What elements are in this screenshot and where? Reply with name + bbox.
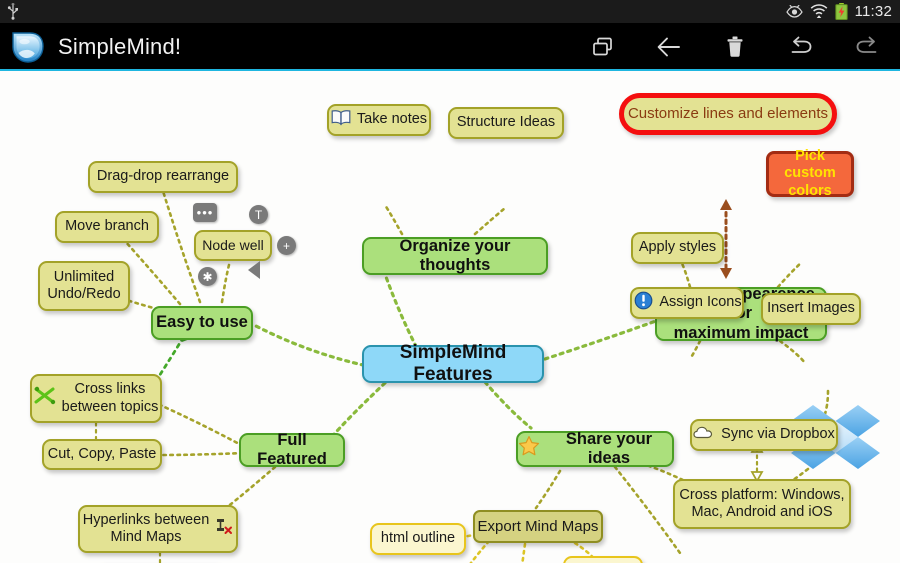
app-title: SimpleMind! [58, 33, 182, 59]
mindmap-canvas[interactable]: SimpleMind Features Organize your though… [0, 71, 900, 563]
duplicate-button[interactable] [588, 32, 618, 62]
node-hyperlinks-between-mind-maps[interactable]: Hyperlinks between Mind Maps [78, 505, 238, 553]
node-label: Easy to use [156, 313, 248, 332]
node-full-featured[interactable]: Full Featured [239, 430, 345, 468]
node-sync-via-dropbox[interactable]: Sync via Dropbox [690, 419, 838, 451]
toolbar [588, 32, 882, 62]
redo-button[interactable] [852, 32, 882, 62]
hyperlink-broken-icon [215, 517, 233, 540]
node-label: Full Featured [257, 430, 327, 468]
node-apply-styles[interactable]: Apply styles [631, 232, 724, 264]
battery-charging-icon [834, 3, 848, 20]
undo-button[interactable] [786, 32, 816, 62]
node-well-style-label: ✱ [202, 269, 213, 284]
node-label: Customize lines and elements [627, 105, 829, 123]
node-well-add-label: + [282, 238, 290, 253]
node-well-style-button[interactable]: ✱ [198, 267, 217, 286]
node-well-collapse-button[interactable] [248, 261, 260, 279]
node-well-menu-label: ••• [196, 205, 214, 220]
node-label: Drag-drop rearrange [96, 168, 230, 185]
book-icon [331, 109, 351, 131]
back-button[interactable] [654, 32, 684, 62]
info-exclamation-icon [634, 291, 653, 315]
node-label: html outline [380, 530, 456, 547]
node-label: Cross platform: Windows, Mac, Android an… [679, 486, 845, 520]
node-simplemind-features[interactable]: SimpleMind Features [362, 342, 544, 385]
node-well-text-label: T [254, 207, 263, 222]
node-cross-platform[interactable]: Cross platform: Windows, Mac, Android an… [673, 479, 851, 529]
node-customize-lines-and-elements[interactable]: Customize lines and elements [619, 93, 837, 135]
node-easy-to-use[interactable]: Easy to use [151, 306, 253, 340]
node-label: Assign Icons [659, 294, 742, 311]
node-well-menu-button[interactable]: ••• [193, 203, 217, 222]
node-label: SimpleMind Features [399, 341, 507, 385]
node-label: Hyperlinks between Mind Maps [82, 511, 210, 545]
node-well-text-button[interactable]: T [249, 205, 268, 224]
node-label: Node well [202, 237, 264, 254]
node-pick-custom-colors[interactable]: Pick custom colors [766, 148, 854, 199]
node-label: Apply styles [638, 239, 717, 256]
node-label: Pick custom colors [784, 148, 836, 199]
node-well-add-button[interactable]: + [277, 236, 296, 255]
node-assign-icons[interactable]: Assign Icons [630, 287, 744, 319]
node-cross-links-between-topics[interactable]: Cross links between topics [30, 374, 162, 423]
node-move-branch[interactable]: Move branch [55, 211, 159, 243]
node-unlimited-undo-redo[interactable]: Unlimited Undo/Redo [38, 261, 130, 311]
crosslink-icon [34, 386, 56, 411]
node-drag-drop-rearrange[interactable]: Drag-drop rearrange [88, 161, 238, 193]
node-label: Cut, Copy, Paste [47, 445, 157, 462]
node-label: Insert Images [767, 300, 855, 317]
node-node-well[interactable]: Node well [194, 230, 272, 261]
node-freemind[interactable]: freemind [563, 556, 643, 563]
status-clock: 11:32 [854, 2, 892, 20]
status-bar: 11:32 [0, 0, 900, 23]
node-label: Unlimited Undo/Redo [47, 268, 121, 302]
node-cut-copy-paste[interactable]: Cut, Copy, Paste [42, 439, 162, 470]
wifi-icon [810, 4, 828, 19]
cloud-icon [693, 425, 715, 445]
node-take-notes[interactable]: Take notes [327, 104, 431, 136]
eye-icon [785, 5, 803, 18]
app-bar: SimpleMind! [0, 23, 900, 70]
usb-icon [6, 3, 20, 20]
node-html-outline[interactable]: html outline [370, 523, 466, 555]
node-insert-images[interactable]: Insert Images [761, 293, 861, 325]
node-label: Share your ideas [565, 429, 653, 467]
node-label: Structure Ideas [456, 114, 556, 131]
node-label: Export Mind Maps [477, 517, 599, 535]
node-structure-ideas[interactable]: Structure Ideas [448, 107, 564, 139]
node-share-your-ideas[interactable]: Share your ideas [516, 429, 674, 467]
node-organize-your-thoughts[interactable]: Organize your thoughts [362, 237, 548, 275]
simplemind-logo [10, 29, 46, 65]
star-icon [518, 435, 540, 462]
node-label: Sync via Dropbox [721, 426, 835, 443]
node-export-mind-maps[interactable]: Export Mind Maps [473, 510, 603, 543]
delete-button[interactable] [720, 32, 750, 62]
node-label: Organize your thoughts [399, 236, 511, 274]
node-label: Take notes [356, 111, 428, 128]
node-label: Cross links between topics [61, 381, 159, 415]
node-label: Move branch [65, 218, 149, 235]
